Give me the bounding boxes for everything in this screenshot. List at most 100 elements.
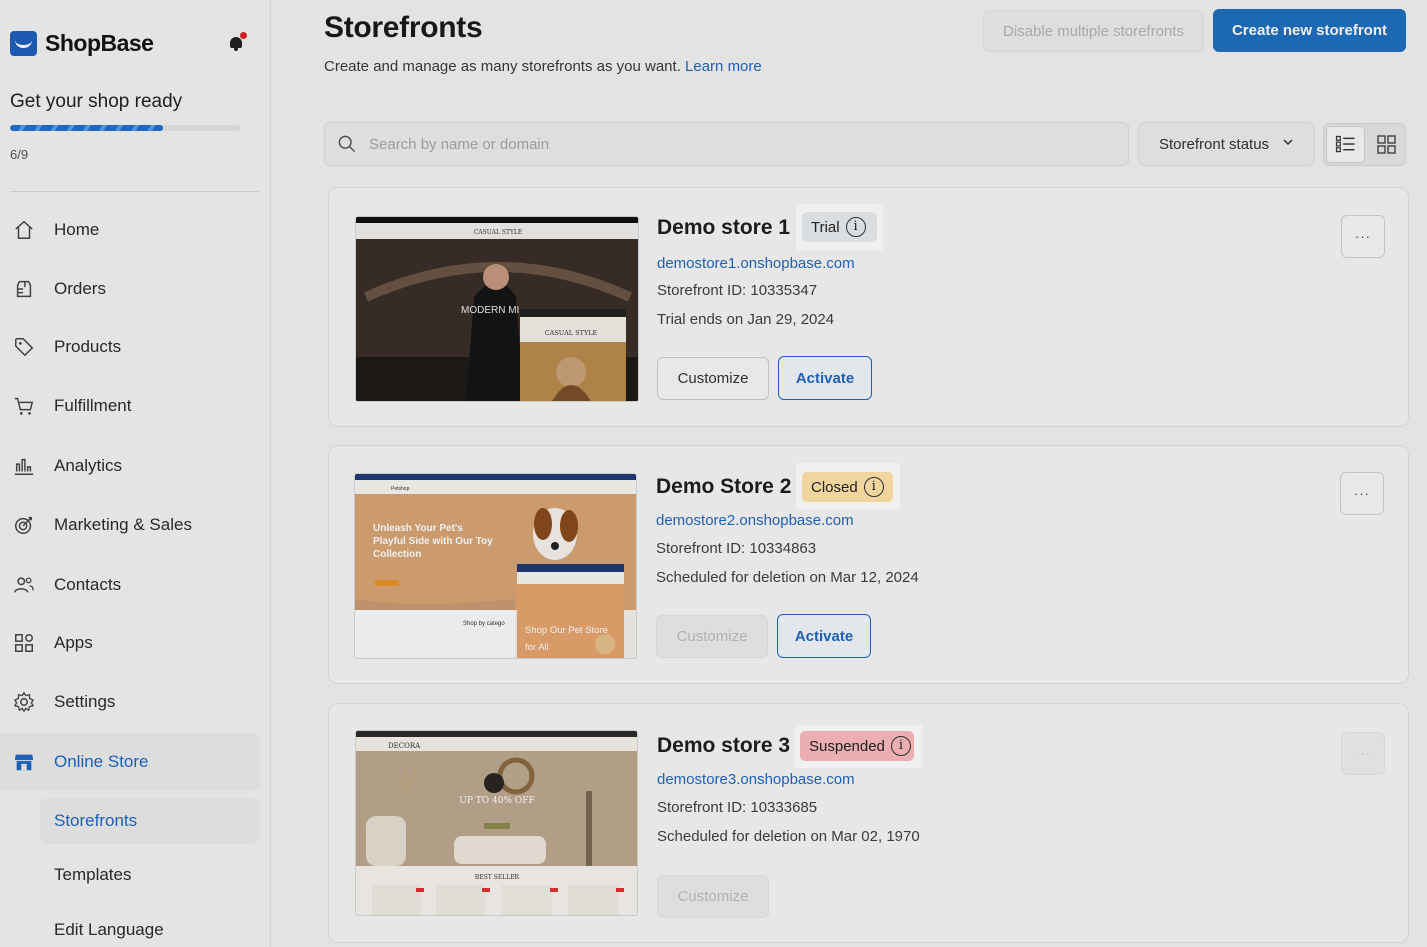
thumb-headline: Unleash Your Pet's Playful Side with Our… <box>373 523 493 560</box>
storefront-preview-image: Petshop Unleash Your Pet's Playful Side … <box>355 474 636 658</box>
storefront-card: CASUAL STYLE MODERN MI CASUAL STYLE Demo… <box>328 187 1409 427</box>
page-subtitle: Create and manage as many storefronts as… <box>324 58 762 75</box>
page-subtitle-text: Create and manage as many storefronts as… <box>324 58 681 75</box>
cart-icon <box>14 397 34 415</box>
sidebar-item-settings[interactable]: Settings <box>0 673 260 731</box>
more-icon: ··· <box>1354 486 1370 501</box>
store-name[interactable]: Demo store 1 <box>657 216 790 240</box>
storefront-thumbnail[interactable]: Petshop Unleash Your Pet's Playful Side … <box>354 473 637 659</box>
sidebar-item-analytics[interactable]: Analytics <box>0 437 260 495</box>
status-badge[interactable]: Trial i <box>802 212 877 242</box>
storefront-id: Storefront ID: 10335347 <box>657 282 818 299</box>
search-box[interactable] <box>324 122 1129 166</box>
thumb-brand: CASUAL STYLE <box>474 229 523 236</box>
apps-icon <box>15 634 33 652</box>
home-icon <box>15 220 33 239</box>
thumb-section: Shop by catego <box>463 621 505 627</box>
create-new-storefront-button[interactable]: Create new storefront <box>1213 9 1406 52</box>
sidebar-subitem-storefronts[interactable]: Storefronts <box>40 798 260 844</box>
storefront-thumbnail[interactable]: DECORA UP TO 40% OFF BEST SELLER <box>355 730 638 916</box>
disable-multiple-storefronts-button[interactable]: Disable multiple storefronts <box>983 10 1204 52</box>
sidebar-item-label: Analytics <box>54 456 123 475</box>
onboarding-count: 6/9 <box>10 147 29 162</box>
customize-button[interactable]: Customize <box>657 875 769 918</box>
more-actions-button[interactable]: ··· <box>1341 732 1385 775</box>
notification-bell-icon[interactable] <box>229 32 247 51</box>
sidebar-subitem-edit-language[interactable]: Edit Language <box>40 907 260 947</box>
sidebar-divider <box>10 191 259 192</box>
list-view-icon <box>1335 135 1355 153</box>
sidebar-item-label: Products <box>54 337 122 356</box>
thumb-sub: CASUAL STYLE <box>545 329 598 337</box>
onboarding-progress <box>10 125 240 131</box>
store-status-note: Trial ends on Jan 29, 2024 <box>657 311 835 328</box>
more-actions-button[interactable]: ··· <box>1341 215 1385 258</box>
more-icon: ··· <box>1355 746 1371 761</box>
sidebar-item-label: Orders <box>54 279 106 298</box>
storefront-card: DECORA UP TO 40% OFF BEST SELLER Demo st… <box>328 703 1409 943</box>
grid-view-button[interactable] <box>1368 126 1405 163</box>
status-badge-highlight: Closed i <box>796 463 900 510</box>
store-domain-link[interactable]: demostore2.onshopbase.com <box>656 512 854 529</box>
store-name[interactable]: Demo Store 2 <box>656 475 791 499</box>
info-icon: i <box>890 736 911 756</box>
chevron-down-icon <box>1283 139 1293 146</box>
store-name[interactable]: Demo store 3 <box>657 734 790 758</box>
store-domain-link[interactable]: demostore3.onshopbase.com <box>657 771 855 788</box>
thumb-brand: DECORA <box>388 742 421 750</box>
thumb-headline: MODERN MI <box>461 305 519 316</box>
sidebar-item-label: Settings <box>54 692 116 711</box>
customize-button[interactable]: Customize <box>656 615 768 658</box>
gear-icon <box>13 691 35 713</box>
info-icon: i <box>845 217 866 237</box>
learn-more-link[interactable]: Learn more <box>685 58 762 75</box>
storefront-status-label: Storefront status <box>1159 135 1270 153</box>
status-badge[interactable]: Suspended i <box>800 731 914 761</box>
sidebar-item-label: Marketing & Sales <box>54 515 192 534</box>
customize-button[interactable]: Customize <box>657 357 769 400</box>
search-input[interactable] <box>369 123 1109 165</box>
info-icon: i <box>863 477 884 497</box>
store-status-note: Scheduled for deletion on Mar 12, 2024 <box>656 569 919 586</box>
sidebar-item-orders[interactable]: Orders <box>0 260 260 318</box>
sidebar-subitem-label: Storefronts <box>54 811 138 830</box>
status-badge-highlight: Suspended i <box>795 725 922 768</box>
storefront-status-dropdown[interactable]: Storefront status <box>1138 122 1315 166</box>
sidebar-subitem-templates[interactable]: Templates <box>40 852 260 898</box>
activate-button[interactable]: Activate <box>777 614 871 658</box>
sidebar-item-online-store[interactable]: Online Store <box>0 733 260 791</box>
chart-icon <box>14 458 34 475</box>
sidebar-item-fulfillment[interactable]: Fulfillment <box>0 377 260 435</box>
status-badge-label: Trial <box>811 218 840 236</box>
store-icon <box>14 754 34 771</box>
store-domain-link[interactable]: demostore1.onshopbase.com <box>657 255 855 272</box>
onboarding-progress-fill <box>10 125 164 131</box>
sidebar: ShopBase Get your shop ready 6/9 Home Or… <box>0 0 271 947</box>
more-icon: ··· <box>1355 229 1371 244</box>
shopbase-logo-icon <box>10 30 37 56</box>
store-status-note: Scheduled for deletion on Mar 02, 1970 <box>657 828 920 845</box>
page-title: Storefronts <box>324 11 483 44</box>
storefront-thumbnail[interactable]: CASUAL STYLE MODERN MI CASUAL STYLE <box>355 216 639 402</box>
users-icon <box>14 577 34 593</box>
list-view-button[interactable] <box>1326 126 1365 163</box>
storefront-id: Storefront ID: 10333685 <box>657 799 818 816</box>
status-badge[interactable]: Closed i <box>802 472 893 502</box>
sidebar-item-contacts[interactable]: Contacts <box>0 556 260 614</box>
sidebar-item-label: Online Store <box>54 752 149 771</box>
notification-dot <box>240 32 247 39</box>
tag-icon <box>15 338 34 357</box>
storefront-id: Storefront ID: 10334863 <box>656 540 817 557</box>
onboarding-title[interactable]: Get your shop ready <box>10 91 182 113</box>
sidebar-item-label: Apps <box>54 633 93 652</box>
sidebar-item-home[interactable]: Home <box>0 201 260 259</box>
sidebar-item-products[interactable]: Products <box>0 318 260 376</box>
storefront-preview-image: DECORA UP TO 40% OFF BEST SELLER <box>356 731 637 915</box>
brand-logo[interactable]: ShopBase <box>10 28 154 58</box>
search-icon <box>338 135 356 153</box>
activate-button[interactable]: Activate <box>778 356 872 400</box>
storefront-preview-image: CASUAL STYLE MODERN MI CASUAL STYLE <box>356 217 638 401</box>
sidebar-item-apps[interactable]: Apps <box>0 614 260 672</box>
more-actions-button[interactable]: ··· <box>1340 472 1384 515</box>
sidebar-item-marketing[interactable]: Marketing & Sales <box>0 496 260 554</box>
